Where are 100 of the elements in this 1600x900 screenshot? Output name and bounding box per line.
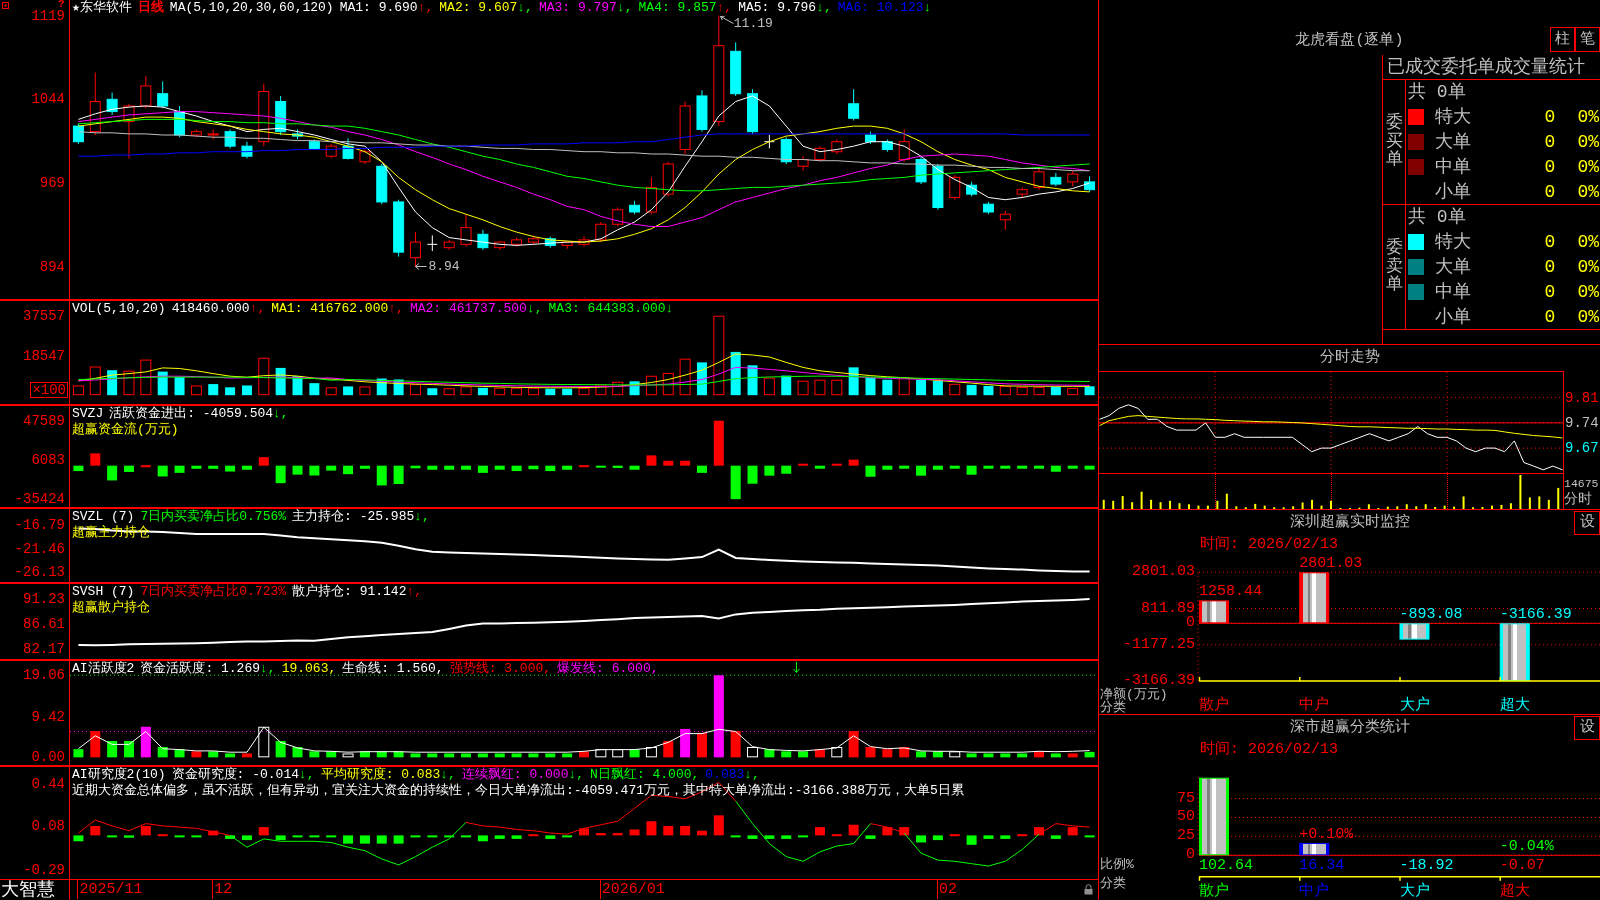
order-count: 0: [1544, 255, 1556, 278]
axis-label: -35424: [14, 492, 65, 507]
axis-label: 969: [39, 175, 65, 190]
panel-title: 龙虎看盘(逐单): [1295, 32, 1404, 51]
order-share: 0%: [1577, 305, 1599, 328]
trend-arrow: ↓,: [517, 0, 533, 15]
axis-label: 86.61: [23, 617, 65, 632]
indicator-label: 7日内买卖净占比0.723%: [140, 584, 287, 599]
value-label: 1258.44: [1199, 584, 1262, 601]
unit-label: ×100: [30, 382, 68, 398]
trend-arrow: ↓,: [526, 301, 543, 316]
axis-label: -3166.39: [1123, 673, 1195, 689]
group-label: 委买单: [1385, 113, 1403, 171]
order-count: 0: [1544, 130, 1556, 153]
total-count: 共 0单: [1408, 81, 1467, 104]
axis-label: 811.89: [1141, 600, 1195, 617]
indicator-label: SVZL (7): [72, 509, 135, 524]
panel-title: 深市超赢分类统计: [1289, 719, 1410, 737]
axis-label: 0.44: [31, 776, 65, 791]
axis-title: 净额(万元): [1100, 689, 1168, 701]
order-share: 0%: [1577, 280, 1599, 303]
indicator-note: 超赢散户持仓: [72, 600, 150, 615]
axis-label: 25: [1177, 828, 1195, 845]
order-share: 0%: [1577, 230, 1599, 253]
axis-label: 47589: [23, 413, 65, 428]
indicator-label: 活跃资金进出: -4059.504: [109, 406, 274, 421]
trend-arrow: ↓,: [744, 767, 760, 782]
indicator-label: 连续飘红: 0.000: [461, 767, 569, 782]
value-label: 102.64: [1199, 858, 1253, 875]
order-share: 0%: [1577, 155, 1599, 178]
axis-label: 0: [1186, 615, 1195, 632]
value-label: -0.07: [1499, 858, 1545, 875]
trend-arrow: ↓,: [568, 767, 585, 782]
indicator-label: 资金研究度: -0.014: [171, 767, 300, 782]
axis-label: 9.42: [31, 709, 65, 724]
axis-label: -26.13: [14, 565, 65, 580]
axis-label: 9.81: [1565, 390, 1599, 405]
indicator-label: MA(5,10,20,30,60,120): [169, 0, 334, 15]
group-label: 委卖单: [1385, 238, 1403, 296]
trend-arrow: ↓,: [414, 509, 430, 524]
order-type: 中单: [1435, 155, 1472, 178]
order-type: 特大: [1435, 230, 1472, 253]
value-label: 2801.03: [1299, 556, 1363, 573]
trend-arrow: ↓: [923, 0, 932, 15]
timestamp: 时间: 2026/02/13: [1200, 537, 1339, 553]
trend-arrow: ↓,: [816, 0, 832, 15]
axis-label: -0.29: [23, 862, 65, 877]
value-label: -18.92: [1399, 858, 1454, 875]
change-label: -0.04%: [1499, 839, 1554, 856]
order-share: 0%: [1577, 180, 1599, 203]
indicator-label: SVZJ: [72, 406, 104, 421]
category-label: 大户: [1399, 698, 1430, 714]
date-label: 2026/01: [599, 880, 665, 899]
value-label: -3166.39: [1499, 607, 1572, 624]
date-label: 02: [936, 880, 957, 899]
axis-label: 6083: [31, 452, 65, 467]
order-share: 0%: [1577, 130, 1599, 153]
axis-label: 19.06: [23, 668, 65, 683]
order-share: 0%: [1577, 255, 1599, 278]
indicator-label: MA4: 9.857: [638, 0, 717, 15]
indicator-label: 0.083: [705, 767, 745, 782]
trend-arrow: ↓,: [440, 767, 456, 782]
axis-label: 1044: [31, 92, 65, 107]
category-label: 中户: [1299, 884, 1330, 900]
order-count: 0: [1544, 305, 1556, 328]
indicator-label: MA2: 461737.500: [409, 301, 527, 316]
volume-label: 14675: [1564, 477, 1599, 490]
category-label: 散户: [1199, 884, 1229, 900]
order-type: 特大: [1435, 105, 1472, 128]
trend-arrow: ↑,: [417, 0, 434, 15]
axis-label: 50: [1177, 809, 1195, 826]
trend-arrow: ↑,: [388, 301, 404, 316]
axis-label: 9.74: [1565, 415, 1599, 430]
indicator-label: 418460.000: [171, 301, 250, 316]
timestamp: 时间: 2026/02/13: [1200, 742, 1339, 758]
order-share: 0%: [1577, 105, 1599, 128]
indicator-label: MA1: 416762.000: [271, 301, 389, 316]
order-count: 0: [1544, 230, 1556, 253]
change-label: +0.10%: [1299, 826, 1354, 843]
axis-label: -16.79: [14, 517, 65, 532]
price-annotation: 11.19: [733, 16, 773, 31]
category-label: 超大: [1499, 698, 1530, 714]
date-label: 2025/11: [77, 880, 143, 899]
order-type: 小单: [1435, 180, 1472, 203]
axis-label: 1119: [31, 8, 65, 23]
axis-title: 比例%: [1100, 859, 1134, 871]
trend-arrow: ↓: [665, 301, 674, 316]
indicator-label: 平均研究度: 0.083: [320, 767, 441, 782]
brand-name: 大智慧: [0, 880, 55, 900]
axis-label: 18547: [23, 348, 65, 363]
order-type: 大单: [1435, 255, 1472, 278]
period-label: 日线: [137, 0, 164, 15]
indicator-label: VOL(5,10,20): [72, 301, 166, 316]
order-count: 0: [1544, 180, 1556, 203]
indicator-label: AI研究度2(10): [72, 767, 166, 782]
axis-label: 2801.03: [1132, 564, 1195, 581]
order-count: 0: [1544, 280, 1556, 303]
axis-label: 9.67: [1565, 441, 1599, 456]
category-label: 中户: [1299, 698, 1330, 714]
indicator-label: 19.063,: [281, 661, 337, 676]
